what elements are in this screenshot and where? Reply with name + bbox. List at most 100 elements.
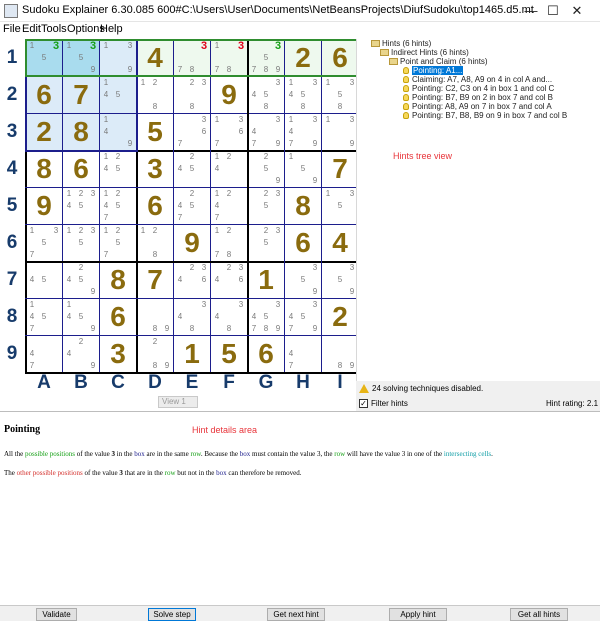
sudoku-cell[interactable]: 3 457 9 xyxy=(285,299,321,335)
sudoku-cell[interactable]: 12457 xyxy=(100,188,136,224)
sudoku-cell[interactable]: 235 xyxy=(248,225,284,261)
sudoku-cell[interactable]: 2457 xyxy=(174,188,210,224)
sudoku-cell[interactable]: 6 xyxy=(63,151,99,187)
sudoku-cell[interactable]: 3 4 7 9 xyxy=(248,114,284,150)
sudoku-cell[interactable]: 12 8 xyxy=(137,77,173,113)
sudoku-cell[interactable]: 1 357 xyxy=(26,225,62,261)
tree-hint-item[interactable]: Pointing: A1... xyxy=(412,66,464,75)
candidate: 5 xyxy=(41,275,47,284)
sudoku-cell[interactable]: 8 xyxy=(285,188,321,224)
sudoku-cell[interactable]: 1 xyxy=(174,336,210,372)
sudoku-cell[interactable]: 1 457 xyxy=(26,299,62,335)
validate-button[interactable]: Validate xyxy=(36,608,77,621)
cell-value: 8 xyxy=(36,153,52,184)
candidate: 8 xyxy=(300,102,306,111)
sudoku-cell[interactable]: 1 3 45 8 xyxy=(285,77,321,113)
close-button[interactable]: ✕ xyxy=(554,0,600,22)
sudoku-cell[interactable]: 23 8 xyxy=(174,77,210,113)
sudoku-cell[interactable]: 159 xyxy=(285,151,321,187)
menu-edit[interactable]: Edit xyxy=(22,23,41,35)
sudoku-cell[interactable]: 4 xyxy=(322,225,358,261)
view-selector[interactable]: View 1 xyxy=(158,396,198,408)
tree-indirect-hints[interactable]: Indirect Hints (6 hints) xyxy=(391,48,469,57)
sudoku-cell[interactable]: 6 xyxy=(137,188,173,224)
sudoku-cell[interactable]: 6 xyxy=(285,225,321,261)
sudoku-cell[interactable]: 45 xyxy=(26,262,62,298)
sudoku-cell[interactable]: 12 78 xyxy=(211,225,247,261)
sudoku-cell[interactable]: 3 45 8 xyxy=(248,77,284,113)
tree-hint-item[interactable]: Pointing: B7, B9 on 2 in box 7 and col B xyxy=(412,93,553,102)
sudoku-cell[interactable]: 47 xyxy=(285,336,321,372)
tree-hint-item[interactable]: Claiming: A7, A8, A9 on 4 in col A and..… xyxy=(412,75,552,84)
candidate: 5 xyxy=(78,201,84,210)
explanation-segment: that are in the xyxy=(122,469,165,477)
sudoku-cell[interactable]: 3 45789 xyxy=(248,299,284,335)
sudoku-cell[interactable]: 1 3 6 7 xyxy=(211,114,247,150)
sudoku-cell[interactable]: 8 xyxy=(100,262,136,298)
sudoku-cell[interactable]: 23 4 6 xyxy=(211,262,247,298)
sudoku-cell[interactable]: 124 7 xyxy=(211,188,247,224)
sudoku-cell[interactable]: 9 xyxy=(174,225,210,261)
tree-point-and-claim[interactable]: Point and Claim (6 hints) xyxy=(400,57,488,66)
menu-file[interactable]: File xyxy=(3,23,21,35)
tree-hint-item[interactable]: Pointing: A8, A9 on 7 in box 7 and col A xyxy=(412,102,552,111)
candidate: 1 xyxy=(214,152,220,161)
sudoku-cell[interactable]: 245 xyxy=(174,151,210,187)
candidate: 2 xyxy=(226,263,232,272)
sudoku-cell[interactable]: 124 xyxy=(211,151,247,187)
sudoku-cell[interactable]: 8 xyxy=(26,151,62,187)
tree-root[interactable]: Hints (6 hints) xyxy=(382,39,431,48)
tree-hint-item[interactable]: Pointing: B7, B8, B9 on 9 in box 7 and c… xyxy=(412,111,567,120)
candidate: 1 xyxy=(288,115,294,124)
folder-icon xyxy=(371,40,380,47)
cell-value: 9 xyxy=(36,190,52,221)
solve-step-button[interactable]: Solve step xyxy=(148,608,196,621)
sudoku-cell[interactable]: 1 3 4 7 9 xyxy=(285,114,321,150)
candidate: 9 xyxy=(312,324,318,333)
menu-tools[interactable]: Tools xyxy=(41,23,67,35)
get-next-hint-button[interactable]: Get next hint xyxy=(267,608,325,621)
sudoku-cell[interactable]: 6 xyxy=(248,336,284,372)
sudoku-cell[interactable]: 135 xyxy=(322,188,358,224)
sudoku-cell[interactable]: 89 xyxy=(137,299,173,335)
sudoku-cell[interactable]: 89 xyxy=(322,336,358,372)
sudoku-cell[interactable]: 123 45 xyxy=(63,188,99,224)
hint-rating: Hint rating: 2.1 xyxy=(546,399,599,408)
sudoku-cell[interactable]: 235 xyxy=(248,188,284,224)
bulb-icon xyxy=(403,112,409,119)
sudoku-cell[interactable]: 6 xyxy=(100,299,136,335)
sudoku-cell[interactable]: 12 57 xyxy=(100,225,136,261)
sudoku-cell[interactable]: 12 8 xyxy=(137,225,173,261)
sudoku-cell[interactable]: 1 459 xyxy=(63,299,99,335)
sudoku-cell[interactable]: 5 xyxy=(211,336,247,372)
sudoku-cell[interactable]: 359 xyxy=(285,262,321,298)
sudoku-cell[interactable]: 2459 xyxy=(63,262,99,298)
sudoku-cell[interactable]: 47 xyxy=(26,336,62,372)
filter-hints-checkbox[interactable]: ✓ xyxy=(359,399,368,408)
sudoku-cell[interactable]: 5 xyxy=(137,114,173,150)
sudoku-cell[interactable]: 2 59 xyxy=(248,151,284,187)
sudoku-cell[interactable]: 23 4 6 xyxy=(174,262,210,298)
sudoku-cell[interactable]: 3 xyxy=(100,336,136,372)
sudoku-cell[interactable]: 1 xyxy=(248,262,284,298)
sudoku-cell[interactable]: 3 48 xyxy=(174,299,210,335)
menu-help[interactable]: Help xyxy=(100,23,123,35)
sudoku-cell[interactable]: 7 xyxy=(137,262,173,298)
sudoku-cell[interactable]: 249 xyxy=(63,336,99,372)
sudoku-cell[interactable]: 9 xyxy=(211,77,247,113)
sudoku-cell[interactable]: 359 xyxy=(322,262,358,298)
sudoku-cell[interactable]: 1358 xyxy=(322,77,358,113)
sudoku-cell[interactable]: 139 xyxy=(322,114,358,150)
sudoku-cell[interactable]: 3 48 xyxy=(211,299,247,335)
sudoku-cell[interactable]: 3 xyxy=(137,151,173,187)
sudoku-cell[interactable]: 3 6 7 xyxy=(174,114,210,150)
sudoku-cell[interactable]: 7 xyxy=(322,151,358,187)
sudoku-cell[interactable]: 289 xyxy=(137,336,173,372)
sudoku-cell[interactable]: 1235 xyxy=(63,225,99,261)
apply-hint-button[interactable]: Apply hint xyxy=(389,608,447,621)
sudoku-cell[interactable]: 9 xyxy=(26,188,62,224)
sudoku-cell[interactable]: 1245 xyxy=(100,151,136,187)
get-all-hints-button[interactable]: Get all hints xyxy=(510,608,568,621)
sudoku-cell[interactable]: 2 xyxy=(322,299,358,335)
tree-hint-item[interactable]: Pointing: C2, C3 on 4 in box 1 and col C xyxy=(412,84,554,93)
